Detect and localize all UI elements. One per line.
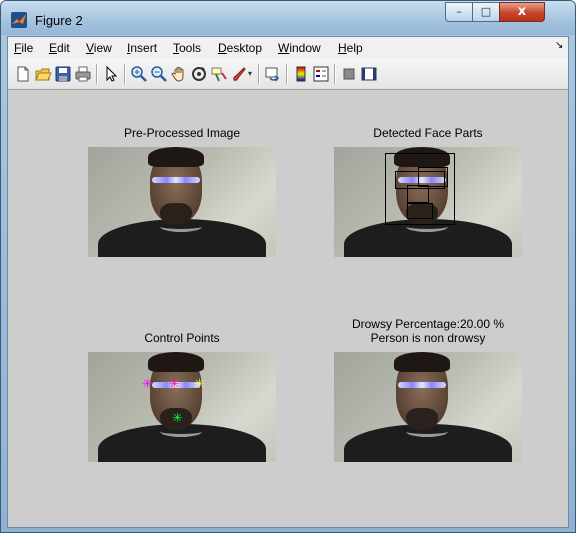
menu-help[interactable]: Help [338,41,363,55]
menu-window[interactable]: Window [278,41,321,55]
figure-canvas: Pre-Processed Image Detected Face Parts … [8,90,568,527]
menu-view[interactable]: View [86,41,112,55]
zoom-in-icon[interactable] [130,65,148,83]
preprocessed-image [88,147,276,257]
control-point-left-eye: ✳ [142,377,153,392]
minimize-button[interactable]: – [445,2,473,22]
menu-file[interactable]: File [14,41,33,55]
nose-detection-box [407,185,429,203]
eye-detection-box [418,167,448,187]
menu-desktop[interactable]: Desktop [218,41,262,55]
matlab-icon [11,12,27,28]
zoom-out-icon[interactable] [150,65,168,83]
panel-title-preprocessed: Pre-Processed Image [123,126,241,140]
menu-edit[interactable]: Edit [49,41,70,55]
menu-insert[interactable]: Insert [127,41,157,55]
new-figure-icon[interactable] [14,65,32,83]
brush-icon[interactable] [230,65,248,83]
hide-plot-tools-icon[interactable] [340,65,358,83]
pan-hand-icon[interactable] [170,65,188,83]
open-file-icon[interactable] [34,65,52,83]
save-icon[interactable] [54,65,72,83]
figure-toolbar: ▾ [8,59,568,90]
menu-bar: File Edit View Insert Tools Desktop Wind… [8,37,568,59]
toolbar-separator [286,64,288,84]
maximize-button[interactable]: □ [472,2,500,22]
edit-plot-arrow-icon[interactable] [102,65,120,83]
mouth-detection-box [407,203,433,219]
figure-client-area: File Edit View Insert Tools Desktop Wind… [7,36,569,528]
colorbar-icon[interactable] [292,65,310,83]
panel-title-drowsy-status: Person is non drowsy [370,331,486,345]
panel-title-control-points: Control Points [144,331,220,345]
toolbar-separator [124,64,126,84]
menu-tools[interactable]: Tools [173,41,201,55]
legend-icon[interactable] [312,65,330,83]
close-button[interactable]: x [499,2,545,22]
figure-window: Figure 2 – □ x File Edit View Insert Too… [0,0,576,533]
control-point-mouth: ✳ [172,411,183,426]
toolbar-separator [96,64,98,84]
menubar-dock-chevron[interactable]: ↘ [555,40,563,51]
panel-title-drowsy-percentage: Drowsy Percentage:20.00 % [351,317,505,331]
drowsiness-result-image [334,352,522,462]
control-point-right-eye: ✳ [194,377,205,392]
title-bar[interactable]: Figure 2 – □ x [1,1,575,35]
detected-face-parts-image [334,147,522,257]
toolbar-separator [334,64,336,84]
toolbar-separator [258,64,260,84]
data-cursor-icon[interactable] [210,65,228,83]
rotate-3d-icon[interactable] [190,65,208,83]
show-plot-tools-icon[interactable] [360,65,378,83]
panel-title-detected-face-parts: Detected Face Parts [373,126,483,140]
control-point-eye-center: ✳ [169,377,180,392]
brush-dropdown-icon[interactable]: ▾ [248,69,252,78]
window-title: Figure 2 [35,13,83,28]
control-points-image: ✳ ✳ ✳ ✳ [88,352,276,462]
link-plot-icon[interactable] [264,65,282,83]
print-icon[interactable] [74,65,92,83]
